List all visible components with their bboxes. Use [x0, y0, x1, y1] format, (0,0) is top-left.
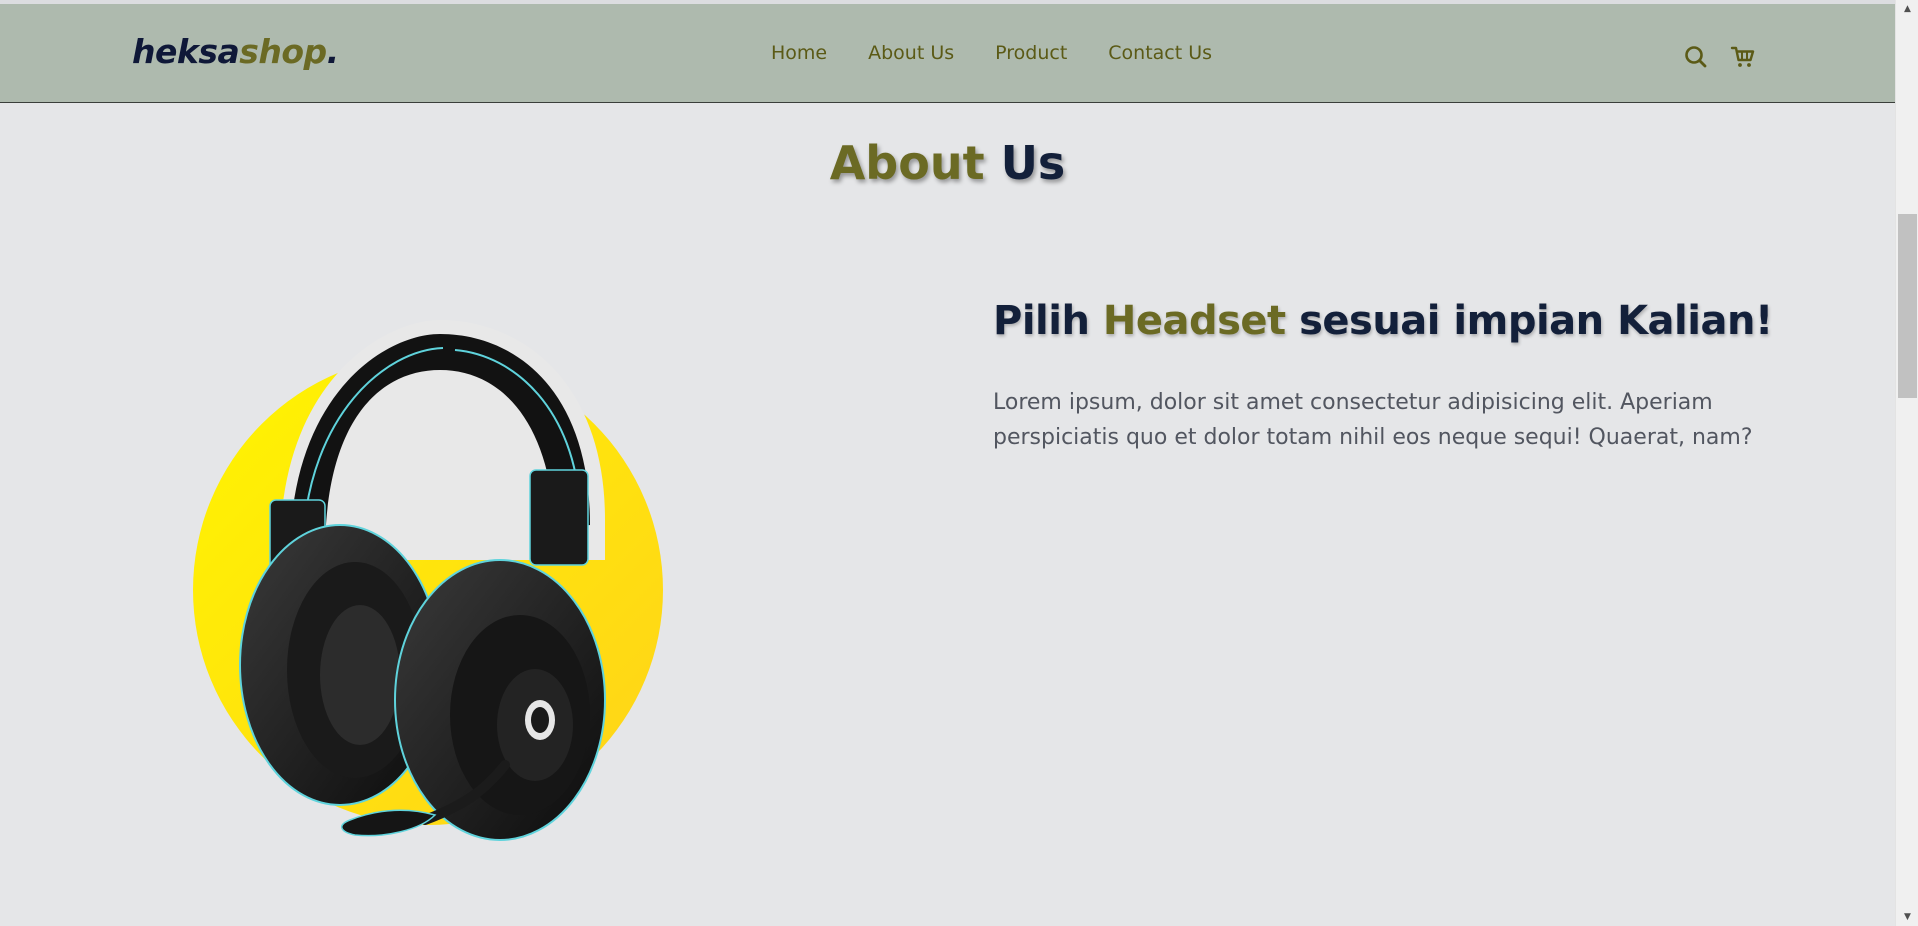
scroll-thumb[interactable]: [1898, 214, 1917, 398]
scroll-up-arrow-icon[interactable]: ▲: [1896, 0, 1918, 18]
cart-icon[interactable]: [1730, 44, 1756, 70]
brand-part-3: .: [326, 32, 340, 71]
nav-link-about-us[interactable]: About Us: [868, 42, 954, 64]
nav-link-product[interactable]: Product: [995, 42, 1067, 64]
section-title-part-1: About: [829, 136, 985, 190]
about-heading-before: Pilih: [993, 298, 1103, 344]
nav-link-contact-us[interactable]: Contact Us: [1108, 42, 1212, 64]
about-heading-highlight: Headset: [1102, 298, 1286, 344]
scroll-down-arrow-icon[interactable]: ▼: [1896, 908, 1918, 926]
nav-link-home[interactable]: Home: [771, 42, 827, 64]
vertical-scrollbar[interactable]: ▲ ▼: [1895, 0, 1918, 926]
page-viewport: heksashop. Home About Us Product Contact…: [0, 0, 1895, 920]
search-icon[interactable]: [1683, 44, 1709, 70]
nav-menu: Home About Us Product Contact Us: [771, 42, 1212, 64]
section-title-part-2: Us: [1000, 136, 1066, 190]
section-title: About Us: [0, 136, 1895, 190]
brand-part-2: shop: [239, 32, 327, 71]
brand-part-1: heksa: [132, 32, 240, 71]
about-heading: Pilih Headset sesuai impian Kalian!: [993, 298, 1773, 344]
brand-logo[interactable]: heksashop.: [132, 32, 339, 71]
about-heading-after: sesuai impian Kalian!: [1285, 298, 1773, 344]
headset-illustration: [185, 320, 675, 860]
about-paragraph: Lorem ipsum, dolor sit amet consectetur …: [993, 390, 1753, 450]
nav-icons: [1683, 44, 1756, 70]
navbar: heksashop. Home About Us Product Contact…: [0, 4, 1895, 103]
